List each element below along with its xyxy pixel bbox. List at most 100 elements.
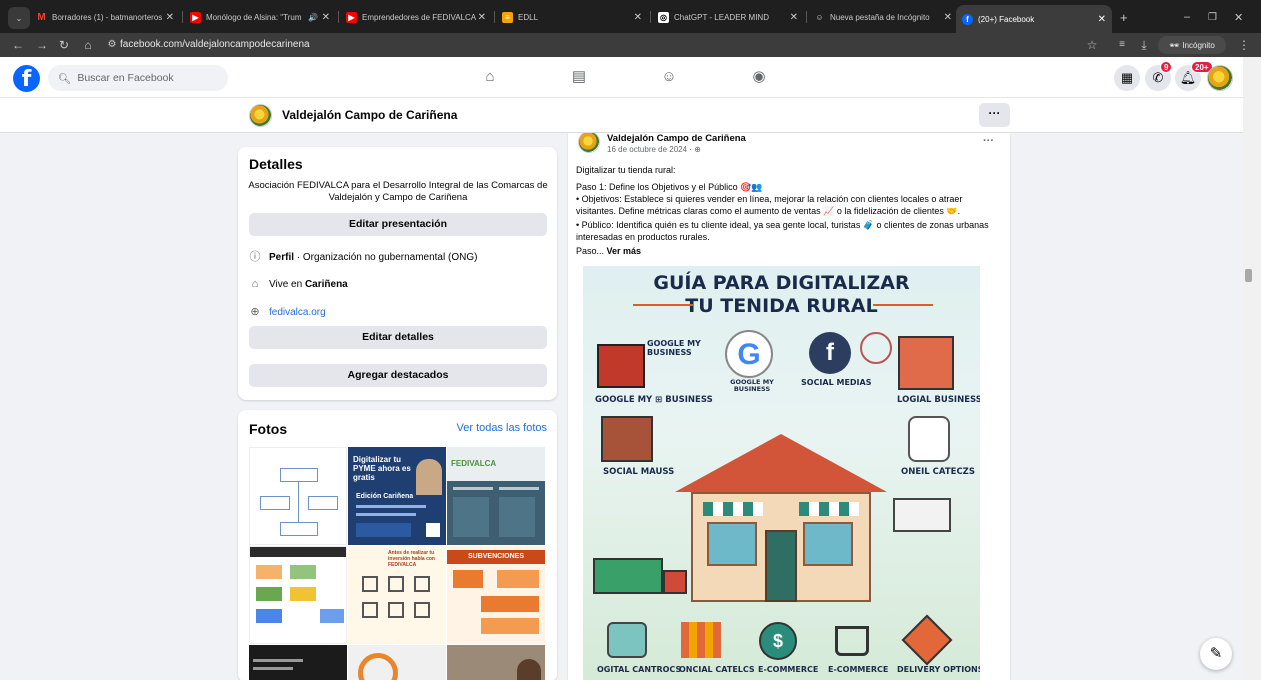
post-text-truncated: Paso... [576,246,605,256]
photo-thumbnail[interactable] [348,645,446,680]
tab-title: EDLL [518,12,539,22]
page-scrollbar[interactable] [1243,57,1261,680]
page-avatar[interactable] [249,104,272,127]
close-icon[interactable]: ✕ [634,12,642,23]
globe-icon: ⊕ [694,145,701,154]
chatgpt-icon: ◎ [658,11,669,23]
post-author-avatar[interactable] [578,133,600,153]
google-icon: G [725,330,773,378]
photo-thumbnail[interactable]: FEDIVALCA [447,447,545,545]
lives-prefix: Vive en [269,278,305,290]
home-button[interactable]: ⌂ [80,37,96,53]
groups-nav-icon[interactable]: ☺ [659,67,679,87]
browser-menu-button[interactable]: ⋮ [1236,37,1252,53]
tab-edll[interactable]: ≡ EDLL ✕ [496,6,648,28]
page-header: Valdejalón Campo de Cariñena ··· [0,98,1243,133]
gmail-icon: M [37,11,46,23]
facebook-icon: f [962,13,973,25]
image-bottom-label: E-COMMERCE [828,665,889,674]
post-date[interactable]: 16 de octubre de 2024 · ⊕ [607,145,701,154]
house-roof [675,434,887,492]
photo-caption: SUBVENCIONES [447,550,545,564]
facebook-logo[interactable]: f [13,65,40,92]
close-icon[interactable]: ✕ [1098,14,1106,25]
website-row: ⊕ fedivalca.org [249,306,326,318]
close-icon[interactable]: ✕ [322,12,330,23]
add-featured-button[interactable]: Agregar destacados [249,364,547,387]
edit-intro-button[interactable]: Editar presentación [249,213,547,236]
post-author[interactable]: Valdejalón Campo de Cariñena [607,133,746,144]
house-icon: ⌂ [251,278,259,290]
photo-thumbnail[interactable] [249,546,347,644]
close-icon[interactable]: ✕ [790,12,798,23]
target-icon [860,332,892,364]
truck-image [893,498,951,532]
image-title-line1: GUÍA PARA DIGITALIZAR [653,272,910,294]
gaming-nav-icon[interactable]: ◉ [749,67,769,87]
scrollbar-thumb[interactable] [1245,269,1252,282]
browser-tab-strip: ⌄ M Borradores (1) - batmanorteros ✕ ▶ Monó… [0,0,1261,33]
search-input[interactable]: 🔍︎ Buscar en Facebook [48,65,228,91]
profile-avatar[interactable] [1207,65,1233,91]
site-info-icon[interactable]: ⚙ [104,37,120,53]
marketplace-nav-icon[interactable]: ▤ [569,67,589,87]
speaker-icon[interactable]: 🔊 [308,13,318,22]
close-icon[interactable]: ✕ [478,12,486,23]
restore-button[interactable]: ❐ [1202,6,1220,28]
photo-thumbnail[interactable]: Digitalizar tu PYME ahora es gratis Edic… [348,447,446,545]
compose-icon: ✎ [1209,645,1223,662]
address-toolbar: ← → ↻ ⌂ ⚙ facebook.com/valdejaloncampode… [0,33,1261,57]
reload-button[interactable]: ↻ [56,37,72,53]
tab-title: Monólogo de Alsina: "Trum [206,12,302,22]
tab-facebook[interactable]: f (20+) Facebook ✕ [956,5,1112,33]
tab-chatgpt[interactable]: ◎ ChatGPT - LEADER MIND ✕ [652,6,804,28]
website-link[interactable]: fedivalca.org [269,307,326,318]
back-button[interactable]: ← [10,37,26,53]
window-close-button[interactable]: ✕ [1228,6,1246,28]
tab-gmail[interactable]: M Borradores (1) - batmanorteros ✕ [30,6,180,28]
bookmark-star-icon[interactable]: ☆ [1084,37,1100,53]
page-more-button[interactable]: ··· [979,103,1010,127]
minimize-button[interactable]: – [1178,6,1196,28]
tab-youtube-fedivalca[interactable]: ▶ Emprendedores de FEDIVALCA ✕ [340,6,492,28]
forward-button[interactable]: → [34,37,50,53]
photos-card: Fotos Ver todas las fotos Digitalizar tu… [238,410,557,680]
page-title[interactable]: Valdejalón Campo de Cariñena [282,108,457,122]
url-bar[interactable]: facebook.com/valdejaloncampodecarinena [120,36,1080,54]
post-image[interactable]: GUÍA PARA DIGITALIZAR TU TENIDA RURAL GO… [583,266,980,680]
tab-youtube-alsina[interactable]: ▶ Monólogo de Alsina: "Trum 🔊 ✕ [184,6,336,28]
image-label: GOOGLE MY ⊞ BUSINESS [595,395,713,405]
tab-incognito-new[interactable]: ☺ Nueva pestaña de Incógnito ✕ [808,6,958,28]
facebook-navbar: f 🔍︎ Buscar en Facebook ⌂ ▤ ☺ ◉ ▦ ✆ 9 🔔︎ … [0,57,1243,98]
photo-thumbnail[interactable] [249,645,347,680]
post-date-text: 16 de octubre de 2024 · [607,145,695,154]
messenger-badge: 9 [1160,61,1173,73]
new-message-button[interactable]: ✎ [1200,638,1232,670]
home-nav-icon[interactable]: ⌂ [480,67,500,87]
close-icon[interactable]: ✕ [944,12,952,23]
photo-thumbnail[interactable]: SUBVENCIONES [447,546,545,644]
incognito-indicator[interactable]: 🕶 Incógnito [1158,36,1226,54]
menu-grid-button[interactable]: ▦ [1114,65,1140,91]
photo-subcaption: Edición Cariñena [356,493,414,500]
photo-thumbnail[interactable] [249,447,347,545]
new-tab-button[interactable]: + [1114,6,1132,28]
post-text-line: Paso... Ver más [576,245,641,257]
page-bio: Asociación FEDIVALCA para el Desarrollo … [248,180,548,203]
edit-details-button[interactable]: Editar detalles [249,326,547,349]
close-icon[interactable]: ✕ [166,12,174,23]
see-more-link[interactable]: Ver más [604,246,642,256]
download-icon[interactable]: ⤓ [1136,37,1152,53]
tab-search-button[interactable]: ⌄ [8,7,30,29]
reading-list-icon[interactable]: ≡ [1114,37,1130,53]
incognito-icon: 🕶 [1169,40,1180,50]
photo-thumbnail[interactable] [447,645,545,680]
lives-city[interactable]: Cariñena [305,279,348,290]
image-label: SOCIAL MEDIAS [801,378,872,387]
photo-thumbnail[interactable]: Antes de realizar tu inversión habla con… [348,546,446,644]
incognito-icon: ☺ [815,12,824,22]
image-title-line2: TU TENIDA RURAL [685,295,878,317]
see-all-photos-link[interactable]: Ver todas las fotos [457,422,548,434]
post-more-button[interactable]: ··· [983,135,994,147]
image-label: LOGIAL BUSINESS [897,395,980,405]
